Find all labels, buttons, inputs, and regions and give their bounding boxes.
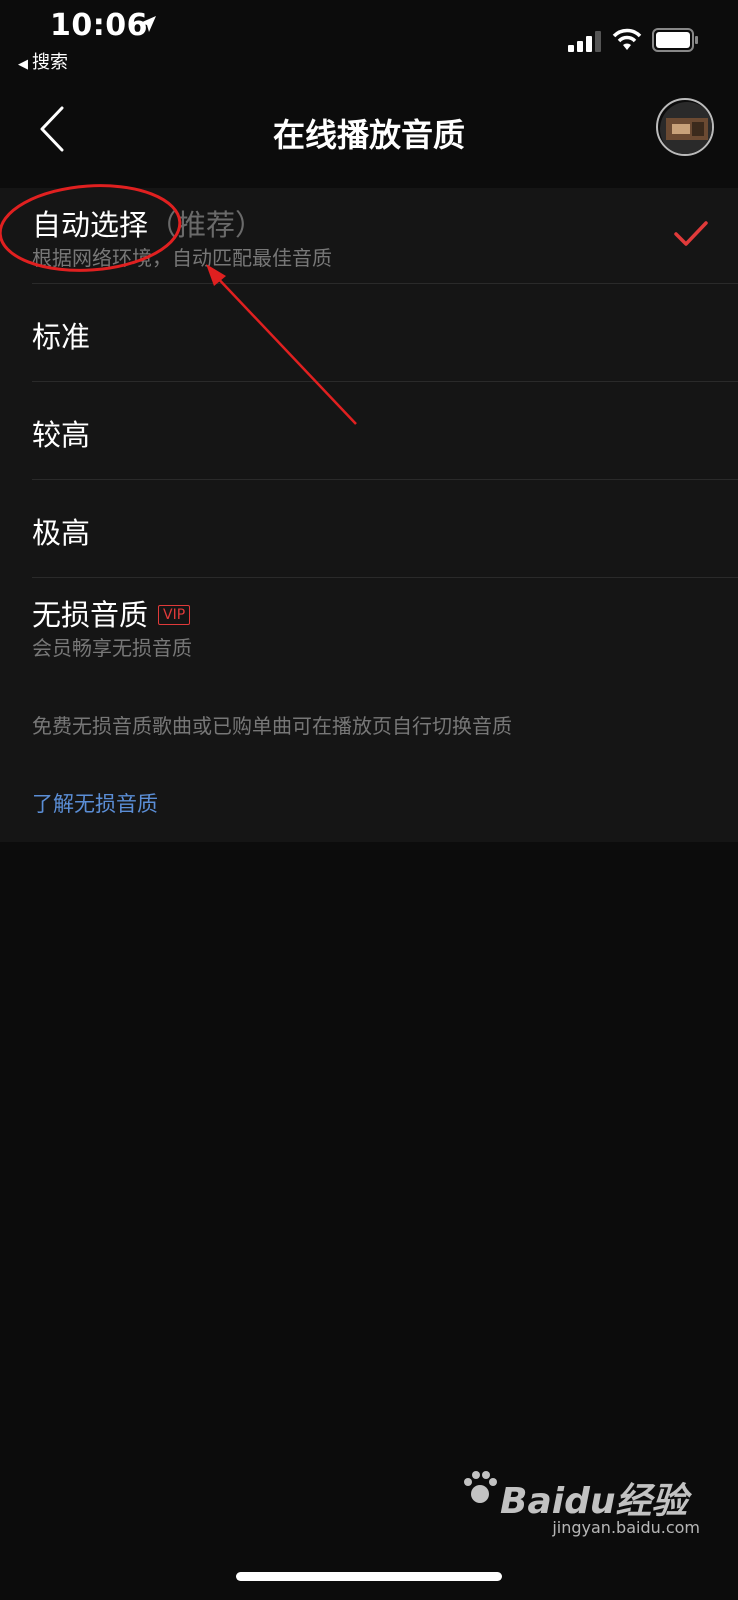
status-bar: 10:06 ◀ 搜索 [0,0,738,80]
back-to-app-link[interactable]: ◀ 搜索 [18,48,68,74]
back-triangle-icon: ◀ [18,57,28,72]
back-app-label: 搜索 [32,52,68,73]
paw-logo-icon [464,1471,497,1503]
option-auto[interactable]: 自动选择（推荐） 根据网络环境，自动匹配最佳音质 [32,188,738,284]
option-auto-title: 自动选择 [32,208,149,242]
option-high[interactable]: 较高 [32,382,738,480]
baidu-watermark: Baidu经验 jingyan.baidu.com [460,1462,700,1537]
vip-badge: VIP [158,605,191,625]
option-high-label: 较高 [32,418,91,452]
option-auto-recommend: （推荐） [148,208,265,242]
option-very-high-label: 极高 [32,516,91,550]
option-lossless-title: 无损音质 [32,598,149,632]
cellular-signal-icon [568,31,601,52]
option-lossless-subtitle: 会员畅享无损音质 [32,636,192,660]
status-time: 10:06 [50,8,148,43]
nav-header: 在线播放音质 [0,86,738,172]
option-very-high[interactable]: 极高 [32,480,738,578]
selected-check-icon [674,221,708,246]
watermark-brand: Baidu经验 [500,1481,688,1522]
option-lossless[interactable]: 无损音质 VIP 会员畅享无损音质 [32,578,738,674]
wifi-icon [612,28,642,50]
now-playing-disc-button[interactable] [656,98,714,156]
learn-lossless-link[interactable]: 了解无损音质 [32,788,158,818]
quality-options-panel: 自动选择（推荐） 根据网络环境，自动匹配最佳音质 标准 较高 极高 无损音质 VI… [0,188,738,842]
home-indicator[interactable] [236,1572,502,1581]
battery-icon [652,28,698,52]
option-standard[interactable]: 标准 [32,284,738,382]
page-title: 在线播放音质 [272,116,465,154]
option-auto-label: 自动选择（推荐） [32,202,264,244]
option-auto-subtitle: 根据网络环境，自动匹配最佳音质 [32,246,332,270]
option-lossless-label: 无损音质 VIP [32,592,191,634]
location-arrow-icon [140,16,156,32]
option-standard-label: 标准 [32,320,91,354]
lossless-note: 免费无损音质歌曲或已购单曲可在播放页自行切换音质 [32,714,512,738]
watermark-url: jingyan.baidu.com [552,1518,700,1537]
